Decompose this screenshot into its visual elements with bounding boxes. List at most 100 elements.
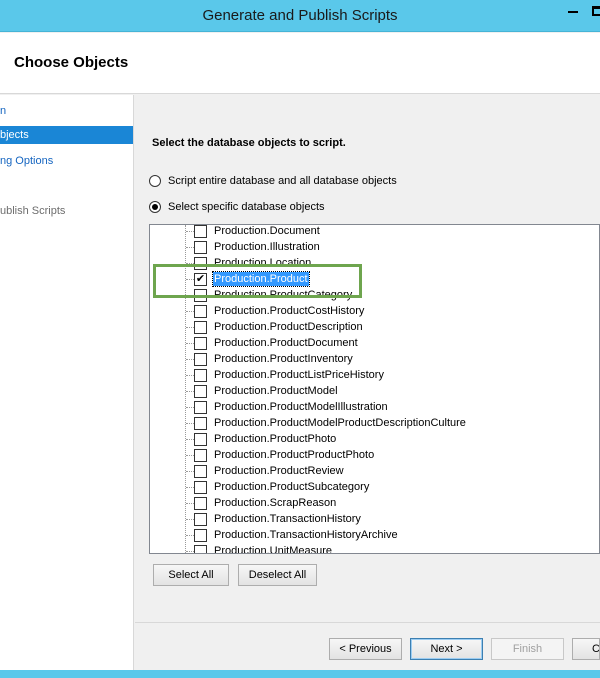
tree-item-checkbox[interactable] xyxy=(194,465,207,478)
deselect-all-button[interactable]: Deselect All xyxy=(238,564,317,586)
instruction-text: Select the database objects to script. xyxy=(152,137,346,149)
radio-entire-database-label: Script entire database and all database … xyxy=(168,175,397,187)
tree-item[interactable]: Production.ProductPhoto xyxy=(150,431,599,447)
tree-item-label: Production.ProductReview xyxy=(214,465,344,477)
tree-item[interactable]: Production.ProductModelIllustration xyxy=(150,399,599,415)
tree-item-label: Production.ProductProductPhoto xyxy=(214,449,375,461)
select-all-button[interactable]: Select All xyxy=(153,564,229,586)
tree-branch-line xyxy=(186,375,194,376)
tree-item-label: Production.ProductModelProductDescriptio… xyxy=(214,417,466,429)
nav-item-label: ublish Scripts xyxy=(0,205,66,217)
nav-item-label: ng Options xyxy=(0,155,54,167)
tree-item-checkbox[interactable] xyxy=(194,529,207,542)
tree-item[interactable]: Production.TransactionHistoryArchive xyxy=(150,527,599,543)
tree-item-checkbox[interactable] xyxy=(194,513,207,526)
tree-branch-line xyxy=(186,311,194,312)
tree-item-checkbox[interactable] xyxy=(194,321,207,334)
nav-item-save-publish-scripts[interactable]: ublish Scripts xyxy=(0,202,133,220)
tree-item-label: Production.Illustration xyxy=(214,241,320,253)
tree-branch-line xyxy=(186,471,194,472)
tree-item-label: Production.ProductPhoto xyxy=(214,433,337,445)
tree-item[interactable]: Production.ProductListPriceHistory xyxy=(150,367,599,383)
tree-item-label: Production.UnitMeasure xyxy=(214,545,333,554)
nav-item-label: bjects xyxy=(0,129,29,141)
tree-item-label: Production.TransactionHistoryArchive xyxy=(214,529,398,541)
tree-item[interactable]: Production.ProductProductPhoto xyxy=(150,447,599,463)
tree-item-label: Production.ProductModelIllustration xyxy=(214,401,388,413)
tree-item[interactable]: Production.ScrapReason xyxy=(150,495,599,511)
tree-item[interactable]: Production.UnitMeasure xyxy=(150,543,599,554)
tree-item-checkbox[interactable] xyxy=(194,353,207,366)
maximize-button[interactable] xyxy=(587,0,600,22)
tree-branch-line xyxy=(186,519,194,520)
finish-button[interactable]: Finish xyxy=(491,638,564,660)
tree-branch-line xyxy=(186,327,194,328)
tree-item[interactable]: Production.ProductModel xyxy=(150,383,599,399)
tree-branch-line xyxy=(186,247,194,248)
main-content: Select the database objects to script. S… xyxy=(135,95,600,623)
nav-item-label: n xyxy=(0,105,7,117)
tree-item-label: Production.TransactionHistory xyxy=(214,513,361,525)
tree-item-checkbox[interactable] xyxy=(194,241,207,254)
tree-branch-line xyxy=(186,487,194,488)
tree-item-label: Production.ProductCostHistory xyxy=(214,305,365,317)
tree-item[interactable]: Production.Document xyxy=(150,225,599,239)
footer-separator xyxy=(135,622,600,623)
tree-item-checkbox[interactable] xyxy=(194,305,207,318)
tree-item-checkbox[interactable] xyxy=(194,433,207,446)
radio-specific-objects[interactable]: Select specific database objects xyxy=(149,199,325,215)
title-bar: Generate and Publish Scripts xyxy=(0,0,600,32)
tree-item[interactable]: Production.TransactionHistory xyxy=(150,511,599,527)
tree-branch-line xyxy=(186,407,194,408)
tree-item[interactable]: Production.ProductInventory xyxy=(150,351,599,367)
minimize-button[interactable] xyxy=(560,0,586,22)
nav-item-scripting-options[interactable]: ng Options xyxy=(0,152,133,170)
tree-item-label: Production.ScrapReason xyxy=(214,497,337,509)
nav-item-choose-objects[interactable]: bjects xyxy=(0,126,133,144)
tree-item-label: Production.ProductSubcategory xyxy=(214,481,370,493)
minimize-icon xyxy=(568,11,578,13)
nav-item-introduction[interactable]: n xyxy=(0,102,133,120)
highlight-callout xyxy=(153,264,362,298)
radio-entire-database-circle[interactable] xyxy=(149,175,161,187)
tree-item-checkbox[interactable] xyxy=(194,497,207,510)
tree-branch-line xyxy=(186,231,194,232)
tree-item[interactable]: Production.ProductReview xyxy=(150,463,599,479)
tree-item[interactable]: Production.ProductSubcategory xyxy=(150,479,599,495)
tree-item-checkbox[interactable] xyxy=(194,225,207,238)
tree-branch-line xyxy=(186,423,194,424)
page-title: Choose Objects xyxy=(14,54,129,71)
tree-branch-line xyxy=(186,455,194,456)
tree-branch-line xyxy=(186,551,194,552)
tree-item-label: Production.Document xyxy=(214,225,320,237)
previous-button[interactable]: < Previous xyxy=(329,638,402,660)
tree-item[interactable]: Production.ProductCostHistory xyxy=(150,303,599,319)
tree-item-checkbox[interactable] xyxy=(194,337,207,350)
header-panel: Choose Objects xyxy=(0,33,600,94)
tree-item-checkbox[interactable] xyxy=(194,369,207,382)
tree-item-checkbox[interactable] xyxy=(194,545,207,553)
tree-item[interactable]: Production.ProductModelProductDescriptio… xyxy=(150,415,599,431)
tree-branch-line xyxy=(186,439,194,440)
window-bottom-border xyxy=(0,670,600,678)
tree-item-label: Production.ProductModel xyxy=(214,385,338,397)
tree-item-label: Production.ProductListPriceHistory xyxy=(214,369,384,381)
tree-item-checkbox[interactable] xyxy=(194,449,207,462)
tree-item[interactable]: Production.ProductDescription xyxy=(150,319,599,335)
tree-item[interactable]: Production.Illustration xyxy=(150,239,599,255)
cancel-button[interactable]: Cancel xyxy=(572,638,600,660)
tree-item-label: Production.ProductDocument xyxy=(214,337,358,349)
tree-item-checkbox[interactable] xyxy=(194,417,207,430)
tree-item-checkbox[interactable] xyxy=(194,401,207,414)
tree-item-checkbox[interactable] xyxy=(194,481,207,494)
next-button[interactable]: Next > xyxy=(410,638,483,660)
radio-entire-database[interactable]: Script entire database and all database … xyxy=(149,173,397,189)
tree-branch-line xyxy=(186,535,194,536)
tree-item-checkbox[interactable] xyxy=(194,385,207,398)
tree-item-label: Production.ProductDescription xyxy=(214,321,363,333)
tree-item[interactable]: Production.ProductDocument xyxy=(150,335,599,351)
maximize-icon xyxy=(591,6,600,16)
tree-branch-line xyxy=(186,359,194,360)
radio-specific-objects-circle[interactable] xyxy=(149,201,161,213)
tree-branch-line xyxy=(186,503,194,504)
